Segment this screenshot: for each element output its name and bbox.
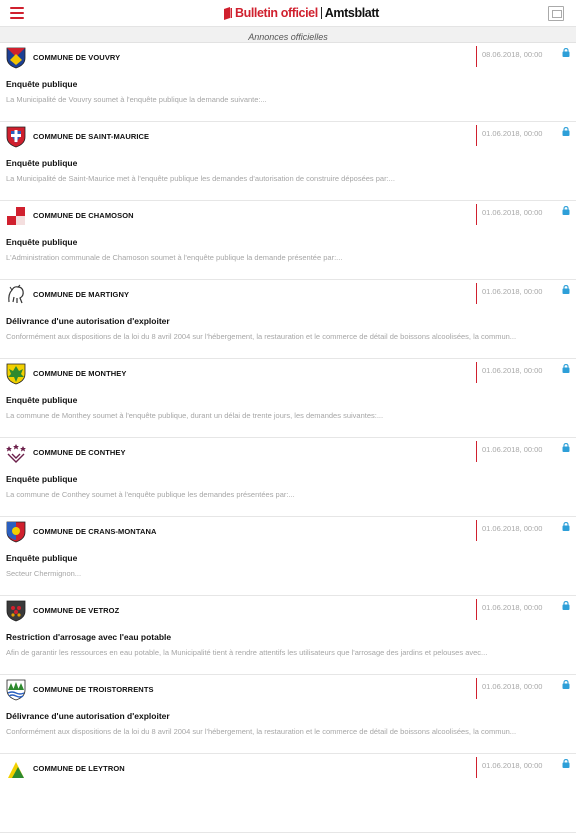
vetroz-crest-icon (6, 600, 26, 622)
announcement-snippet: Conformément aux dispositions de la loi … (6, 727, 517, 736)
brand-separator (320, 7, 322, 19)
lock-icon (562, 285, 570, 294)
date-divider (476, 362, 477, 383)
lock-icon (562, 206, 570, 215)
lock-icon (562, 601, 570, 610)
section-title: Annonces officielles (248, 32, 328, 42)
list-item[interactable]: COMMUNE DE CHAMOSON 01.06.2018, 00:00 En… (0, 201, 576, 280)
date-divider (476, 520, 477, 541)
announcement-title: Délivrance d'une autorisation d'exploite… (6, 711, 170, 721)
conthey-crest-icon (6, 444, 26, 463)
brand-secondary: Amtsblatt (324, 6, 379, 20)
list-item[interactable]: COMMUNE DE CRANS-MONTANA 01.06.2018, 00:… (0, 517, 576, 596)
commune-name: COMMUNE DE CHAMOSON (33, 211, 134, 220)
reader-icon[interactable] (548, 6, 564, 21)
saint-maurice-crest-icon (6, 126, 26, 148)
publication-date: 01.06.2018, 00:00 (482, 761, 543, 770)
list-item[interactable]: COMMUNE DE MONTHEY 01.06.2018, 00:00 Enq… (0, 359, 576, 438)
vouvry-crest-icon (6, 47, 26, 69)
commune-name: COMMUNE DE MARTIGNY (33, 290, 130, 299)
lock-icon (562, 443, 570, 452)
list-item[interactable]: COMMUNE DE VETROZ 01.06.2018, 00:00 Rest… (0, 596, 576, 675)
announcement-title: Enquête publique (6, 553, 78, 563)
section-header: Annonces officielles (0, 27, 576, 43)
announcement-title: Enquête publique (6, 237, 78, 247)
publication-date: 01.06.2018, 00:00 (482, 129, 543, 138)
list-item[interactable]: COMMUNE DE TROISTORRENTS 01.06.2018, 00:… (0, 675, 576, 754)
top-bar: Bulletin officiel Amtsblatt (0, 0, 576, 27)
announcement-snippet: Conformément aux dispositions de la loi … (6, 332, 517, 341)
crans-montana-crest-icon (6, 521, 26, 543)
announcement-snippet: Secteur Chermignon... (6, 569, 82, 578)
announcement-title: Restriction d'arrosage avec l'eau potabl… (6, 632, 172, 642)
date-divider (476, 46, 477, 67)
lock-icon (562, 759, 570, 768)
publication-date: 01.06.2018, 00:00 (482, 366, 543, 375)
date-divider (476, 599, 477, 620)
commune-name: COMMUNE DE LEYTRON (33, 764, 125, 773)
announcement-snippet: Afin de garantir les ressources en eau p… (6, 648, 488, 657)
commune-name: COMMUNE DE TROISTORRENTS (33, 685, 154, 694)
commune-name: COMMUNE DE CONTHEY (33, 448, 126, 457)
brand-primary: Bulletin officiel (235, 6, 318, 20)
announcement-title: Délivrance d'une autorisation d'exploite… (6, 316, 170, 326)
list-item[interactable]: COMMUNE DE CONTHEY 01.06.2018, 00:00 Enq… (0, 438, 576, 517)
commune-name: COMMUNE DE MONTHEY (33, 369, 127, 378)
monthey-crest-icon (6, 363, 26, 385)
list-item[interactable]: COMMUNE DE SAINT-MAURICE 01.06.2018, 00:… (0, 122, 576, 201)
commune-name: COMMUNE DE CRANS-MONTANA (33, 527, 157, 536)
commune-name: COMMUNE DE SAINT-MAURICE (33, 132, 150, 141)
troistorrents-crest-icon (6, 679, 26, 701)
list-item[interactable]: COMMUNE DE VOUVRY 08.06.2018, 00:00 Enqu… (0, 43, 576, 122)
announcement-title: Enquête publique (6, 395, 78, 405)
bulletin-logo-icon (224, 6, 232, 20)
publication-date: 01.06.2018, 00:00 (482, 603, 543, 612)
announcement-snippet: La commune de Monthey soumet à l'enquête… (6, 411, 384, 420)
menu-icon[interactable] (10, 7, 24, 19)
announcement-title: Enquête publique (6, 79, 78, 89)
lock-icon (562, 364, 570, 373)
lock-icon (562, 680, 570, 689)
publication-date: 01.06.2018, 00:00 (482, 682, 543, 691)
brand-logo: Bulletin officiel Amtsblatt (224, 4, 379, 22)
chamoson-crest-icon (7, 207, 25, 225)
announcement-title: Enquête publique (6, 158, 78, 168)
date-divider (476, 204, 477, 225)
publication-date: 01.06.2018, 00:00 (482, 524, 543, 533)
publication-date: 01.06.2018, 00:00 (482, 208, 543, 217)
publication-date: 01.06.2018, 00:00 (482, 287, 543, 296)
date-divider (476, 283, 477, 304)
announcement-snippet: La commune de Conthey soumet à l'enquête… (6, 490, 295, 499)
date-divider (476, 678, 477, 699)
date-divider (476, 441, 477, 462)
date-divider (476, 125, 477, 146)
commune-name: COMMUNE DE VOUVRY (33, 53, 121, 62)
lock-icon (562, 522, 570, 531)
commune-name: COMMUNE DE VETROZ (33, 606, 120, 615)
announcement-snippet: La Municipalité de Saint-Maurice met à l… (6, 174, 395, 183)
leytron-crest-icon (8, 762, 24, 778)
martigny-crest-icon (8, 284, 24, 304)
list-item[interactable]: COMMUNE DE MARTIGNY 01.06.2018, 00:00 Dé… (0, 280, 576, 359)
lock-icon (562, 48, 570, 57)
announcement-title: Enquête publique (6, 474, 78, 484)
publication-date: 08.06.2018, 00:00 (482, 50, 543, 59)
announcement-snippet: La Municipalité de Vouvry soumet à l'enq… (6, 95, 267, 104)
publication-date: 01.06.2018, 00:00 (482, 445, 543, 454)
announcement-snippet: L'Administration communale de Chamoson s… (6, 253, 343, 262)
lock-icon (562, 127, 570, 136)
list-item[interactable]: COMMUNE DE LEYTRON 01.06.2018, 00:00 (0, 754, 576, 833)
